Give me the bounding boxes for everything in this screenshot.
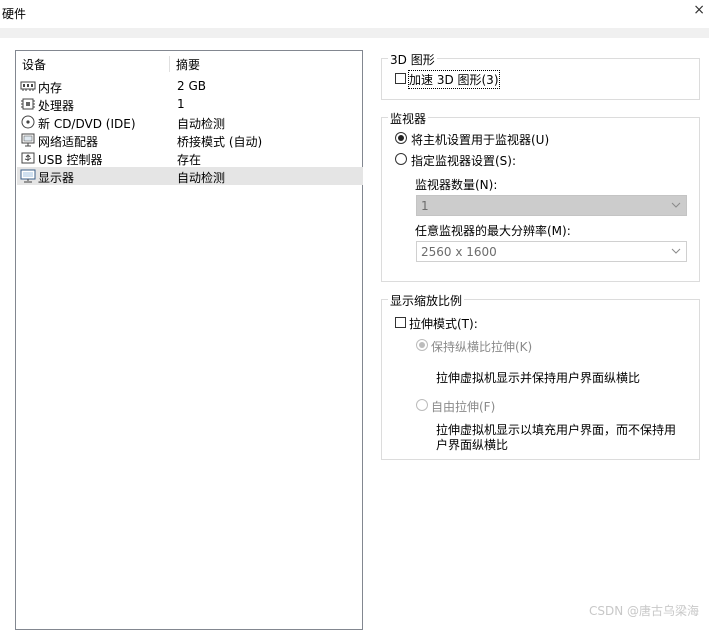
device-list[interactable]: 设备 摘要 内存 2 GB 处理器 1 新 CD/DVD (IDE) 自动检测 <box>15 50 363 630</box>
device-summary: 桥接模式 (自动) <box>177 135 263 149</box>
device-name: 新 CD/DVD (IDE) <box>38 117 136 131</box>
keep-aspect-description: 拉伸虚拟机显示并保持用户界面纵横比 <box>436 371 641 385</box>
title-separator-band <box>0 28 709 38</box>
device-row-usb-controller[interactable]: USB 控制器 存在 <box>17 149 363 167</box>
device-summary: 自动检测 <box>177 117 226 131</box>
monitors-legend: 监视器 <box>388 110 429 127</box>
processor-icon <box>21 98 35 110</box>
column-header-summary[interactable]: 摘要 <box>176 56 200 73</box>
close-icon[interactable]: × <box>693 2 705 18</box>
device-row-network-adapter[interactable]: 网络适配器 桥接模式 (自动) <box>17 131 363 149</box>
device-name: 内存 <box>38 81 63 95</box>
monitors-group: 监视器 将主机设置用于监视器(U) 指定监视器设置(S): 监视器数量(N): … <box>381 110 700 282</box>
network-adapter-icon <box>21 133 35 147</box>
graphics-3d-group: 3D 图形 加速 3D 图形(3) <box>381 51 700 100</box>
max-resolution-label: 任意监视器的最大分辨率(M): <box>415 224 571 238</box>
device-summary: 存在 <box>177 153 202 167</box>
dialog-titlebar: 硬件 × <box>0 0 709 28</box>
free-stretch-radio[interactable] <box>416 399 428 411</box>
accelerate-3d-checkbox[interactable] <box>395 73 406 84</box>
chevron-down-icon <box>671 248 681 254</box>
dialog-title: 硬件 <box>2 7 27 21</box>
monitor-count-select[interactable]: 1 <box>416 195 687 216</box>
device-list-header: 设备 摘要 <box>16 56 362 72</box>
stretch-mode-checkbox[interactable] <box>395 317 406 328</box>
device-row-memory[interactable]: 内存 2 GB <box>17 77 363 95</box>
display-icon <box>20 169 36 183</box>
specify-monitor-radio[interactable] <box>395 153 407 165</box>
chevron-down-icon <box>671 202 681 208</box>
host-setting-radio[interactable] <box>395 132 407 144</box>
cd-dvd-icon <box>21 115 35 129</box>
free-stretch-description-line2: 户界面纵横比 <box>436 438 509 452</box>
device-summary: 1 <box>177 97 185 111</box>
usb-icon <box>21 152 35 164</box>
device-summary: 2 GB <box>177 79 206 93</box>
monitor-count-label: 监视器数量(N): <box>415 178 498 192</box>
display-scaling-group: 显示缩放比例 拉伸模式(T): 保持纵横比拉伸(K) 拉伸虚拟机显示并保持用户界… <box>381 292 700 460</box>
memory-icon <box>20 81 36 91</box>
device-row-processor[interactable]: 处理器 1 <box>17 95 363 113</box>
display-scaling-legend: 显示缩放比例 <box>388 292 465 309</box>
device-name: 处理器 <box>38 99 75 113</box>
device-name: USB 控制器 <box>38 153 103 167</box>
graphics-3d-legend: 3D 图形 <box>388 51 437 68</box>
monitor-count-value: 1 <box>421 199 429 213</box>
accelerate-3d-label[interactable]: 加速 3D 图形(3) <box>408 70 500 89</box>
device-name: 显示器 <box>38 171 75 185</box>
device-summary: 自动检测 <box>177 171 226 185</box>
watermark: CSDN @唐古乌梁海 <box>588 604 699 618</box>
device-row-cd-dvd[interactable]: 新 CD/DVD (IDE) 自动检测 <box>17 113 363 131</box>
device-row-display[interactable]: 显示器 自动检测 <box>17 167 363 185</box>
max-resolution-value: 2560 x 1600 <box>421 245 497 259</box>
device-name: 网络适配器 <box>38 135 99 149</box>
stretch-mode-label[interactable]: 拉伸模式(T): <box>409 315 478 332</box>
host-setting-label[interactable]: 将主机设置用于监视器(U) <box>411 131 549 148</box>
max-resolution-select[interactable]: 2560 x 1600 <box>416 241 687 262</box>
free-stretch-label[interactable]: 自由拉伸(F) <box>431 398 495 415</box>
column-header-device[interactable]: 设备 <box>22 56 46 73</box>
column-divider <box>169 56 170 72</box>
specify-monitor-label[interactable]: 指定监视器设置(S): <box>411 152 516 169</box>
keep-aspect-radio[interactable] <box>416 339 428 351</box>
keep-aspect-label[interactable]: 保持纵横比拉伸(K) <box>431 338 532 355</box>
